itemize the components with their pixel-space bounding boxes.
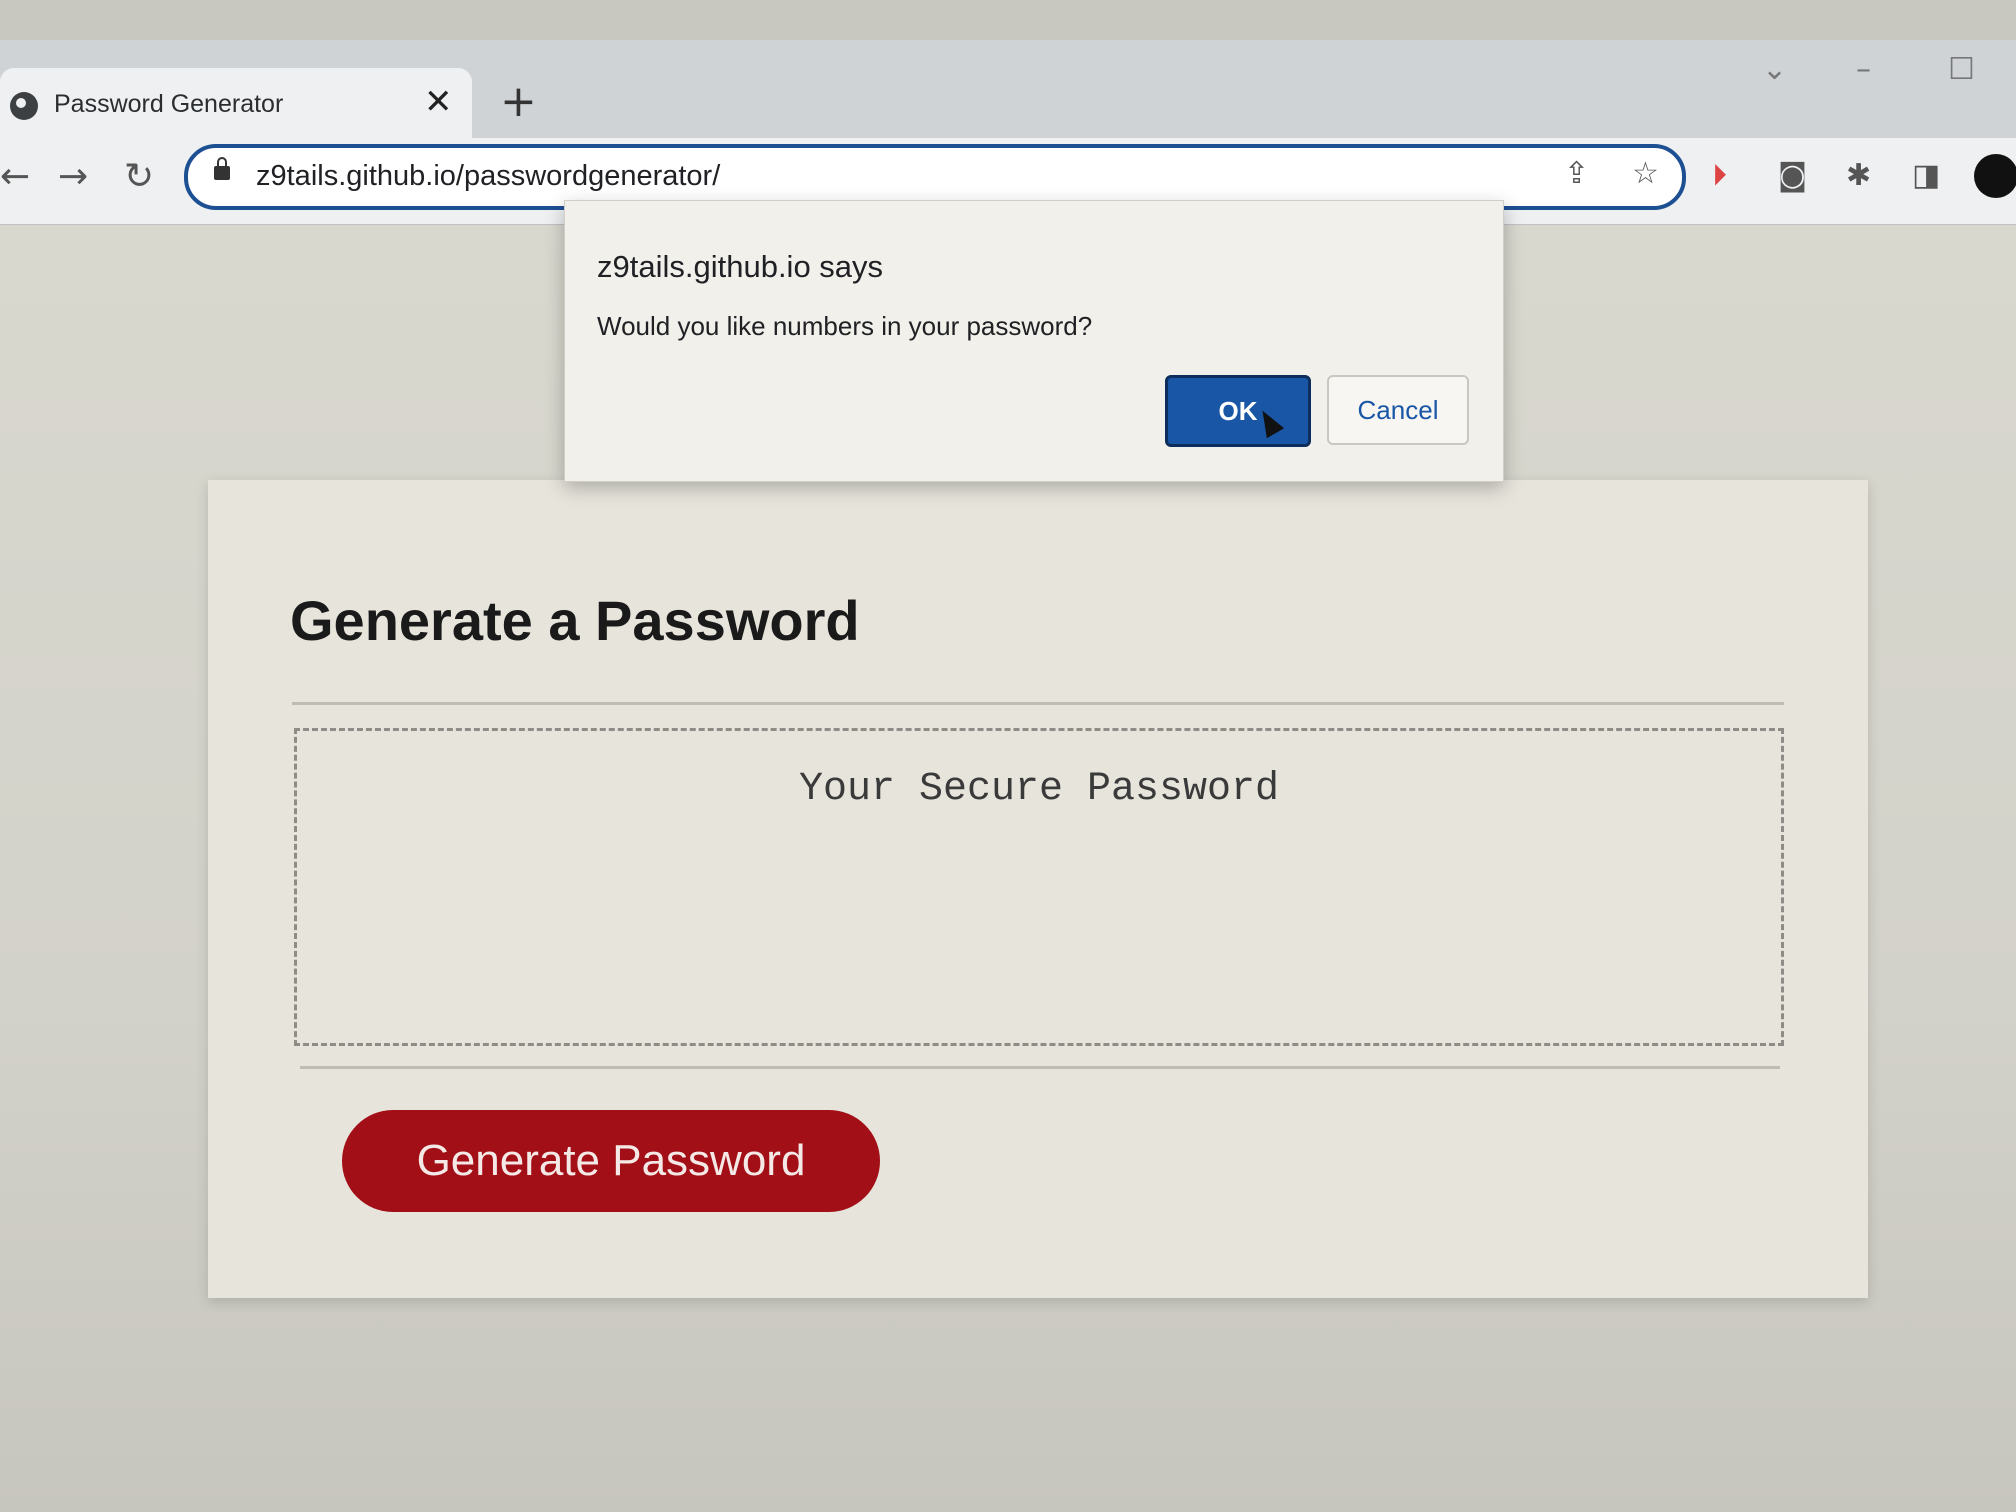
- divider: [300, 1066, 1780, 1069]
- cancel-button[interactable]: Cancel: [1327, 375, 1469, 445]
- password-card: Generate a Password Your Secure Password…: [208, 480, 1868, 1298]
- reload-icon[interactable]: ↻: [124, 156, 154, 197]
- close-tab-icon[interactable]: ✕: [424, 82, 453, 122]
- camera-icon[interactable]: ◙: [1778, 158, 1807, 193]
- page-title: Generate a Password: [290, 589, 860, 652]
- confirm-dialog: z9tails.github.io says Would you like nu…: [564, 200, 1504, 482]
- password-textarea[interactable]: Your Secure Password: [294, 728, 1784, 1046]
- avatar[interactable]: [1974, 154, 2016, 198]
- tab-search-dropdown-icon[interactable]: ⌄: [1762, 52, 1787, 87]
- lock-icon[interactable]: [214, 157, 230, 180]
- ok-button[interactable]: OK: [1165, 375, 1311, 447]
- generate-password-button[interactable]: Generate Password: [342, 1110, 880, 1212]
- new-tab-button[interactable]: +: [500, 76, 537, 127]
- bookmark-star-icon[interactable]: ☆: [1632, 156, 1659, 191]
- puzzle-icon[interactable]: ✱: [1846, 158, 1871, 193]
- forward-icon[interactable]: →: [58, 156, 88, 197]
- minimize-icon[interactable]: –: [1856, 52, 1871, 87]
- globe-icon: [10, 92, 38, 120]
- share-icon[interactable]: ⇪: [1564, 156, 1589, 191]
- url-text[interactable]: z9tails.github.io/passwordgenerator/: [256, 160, 720, 193]
- dialog-title: z9tails.github.io says: [597, 249, 884, 284]
- tab-title: Password Generator: [54, 90, 284, 118]
- password-placeholder: Your Secure Password: [798, 767, 1280, 812]
- browser-tab[interactable]: Password Generator ✕: [0, 68, 472, 140]
- back-icon[interactable]: ←: [0, 156, 30, 197]
- dialog-message: Would you like numbers in your password?: [597, 311, 1093, 341]
- divider: [292, 702, 1784, 705]
- video-extension-icon[interactable]: ⏵: [1712, 158, 1727, 193]
- maximize-icon[interactable]: ☐: [1948, 52, 1975, 87]
- sidebar-icon[interactable]: ◨: [1912, 158, 1940, 193]
